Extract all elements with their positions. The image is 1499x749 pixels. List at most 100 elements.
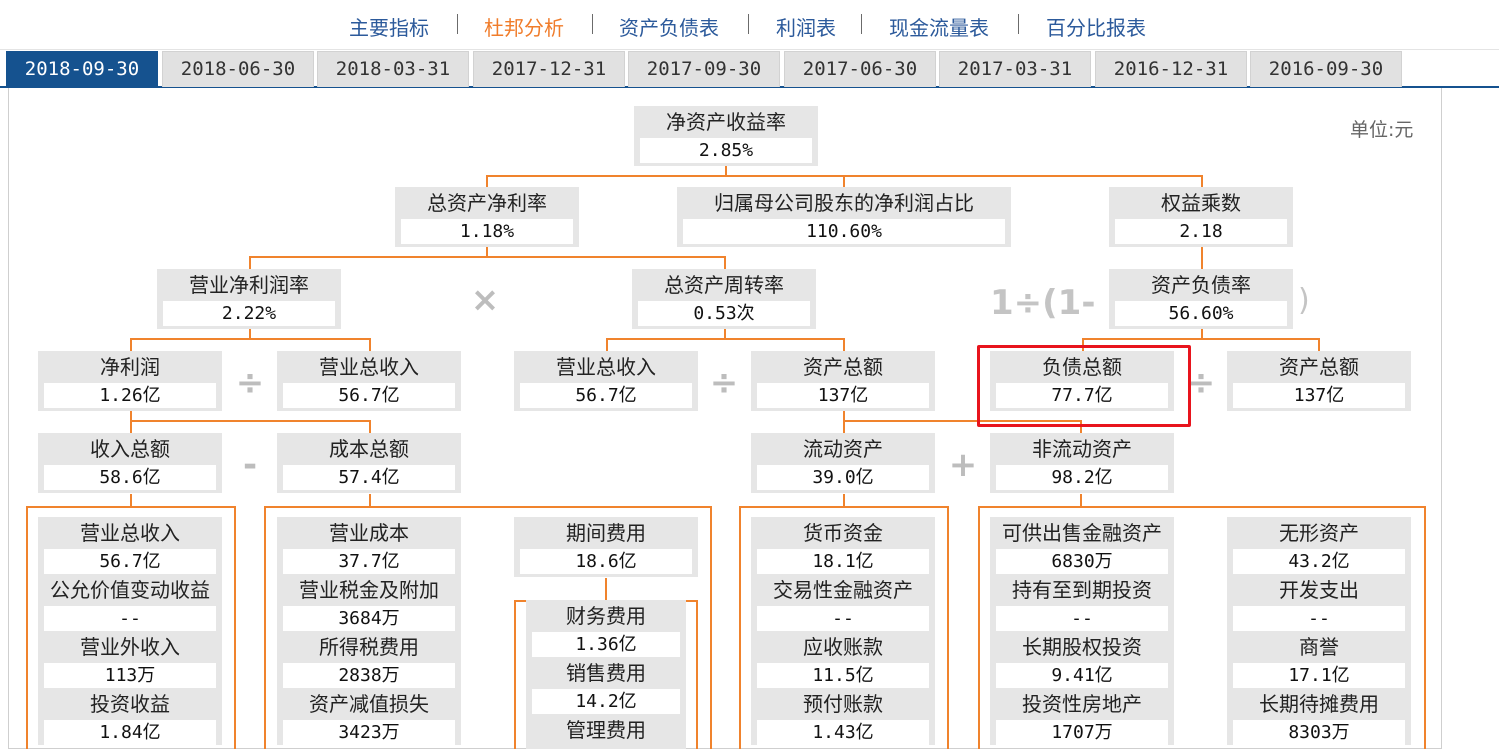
item-value: 17.1亿 xyxy=(1233,663,1405,688)
metric-value: 56.7亿 xyxy=(283,383,455,408)
metric-label: 归属母公司股东的净利润占比 xyxy=(714,191,974,215)
tab-2017-06-30[interactable]: 2017-06-30 xyxy=(784,51,936,87)
metric-value: 137亿 xyxy=(1233,383,1405,408)
item-label: 所得税费用 xyxy=(319,635,419,659)
item-value: 43.2亿 xyxy=(1233,549,1405,574)
connector-line xyxy=(1201,247,1203,269)
connector-line xyxy=(1318,338,1320,351)
nav-percentage-report[interactable]: 百分比报表 xyxy=(1046,12,1146,41)
item-value: -- xyxy=(1233,606,1405,631)
net-profit-box: 净利润 1.26亿 xyxy=(38,351,222,411)
tab-2018-03-31[interactable]: 2018-03-31 xyxy=(317,51,469,87)
metric-label: 成本总额 xyxy=(329,437,409,461)
nav-cash-flow[interactable]: 现金流量表 xyxy=(889,12,989,41)
item-label: 销售费用 xyxy=(566,661,646,685)
item-label: 投资性房地产 xyxy=(1022,692,1142,716)
item-label: 无形资产 xyxy=(1279,521,1359,545)
connector-line xyxy=(1080,494,1082,506)
metric-value: 39.0亿 xyxy=(757,465,929,490)
item-label: 货币资金 xyxy=(803,521,883,545)
item-value: 56.7亿 xyxy=(44,549,216,574)
item-label: 长期股权投资 xyxy=(1022,635,1142,659)
item-label: 资产减值损失 xyxy=(309,692,429,716)
metric-value: 56.60% xyxy=(1115,301,1287,326)
item-value: 1.43亿 xyxy=(757,720,929,745)
metric-value: 110.60% xyxy=(683,219,1005,244)
current-assets-box: 流动资产 39.0亿 xyxy=(751,433,935,493)
connector-line xyxy=(369,494,371,506)
highlight-frame xyxy=(977,345,1191,427)
item-value: 37.7亿 xyxy=(283,549,455,574)
tab-2016-12-31[interactable]: 2016-12-31 xyxy=(1095,51,1247,87)
unit-label: 单位:元 xyxy=(1350,119,1414,141)
metric-value: 58.6亿 xyxy=(44,465,216,490)
tab-2017-03-31[interactable]: 2017-03-31 xyxy=(939,51,1091,87)
item-value: -- xyxy=(996,606,1168,631)
metric-label: 净资产收益率 xyxy=(666,110,786,134)
connector-line xyxy=(1082,338,1320,340)
item-label: 商誉 xyxy=(1299,635,1339,659)
connector-line xyxy=(843,494,845,506)
nav-separator xyxy=(457,14,458,34)
item-label: 交易性金融资产 xyxy=(773,578,913,602)
connector-line xyxy=(130,494,132,506)
total-assets-box: 资产总额 137亿 xyxy=(1227,351,1411,411)
revenue-box: 营业总收入 56.7亿 xyxy=(277,351,461,411)
expense-items-column: 财务费用 1.36亿 销售费用 14.2亿 管理费用 xyxy=(526,600,686,749)
connector-line xyxy=(130,420,132,433)
tab-2018-09-30[interactable]: 2018-09-30 xyxy=(6,51,158,87)
nav-separator xyxy=(1018,14,1019,34)
roe-box: 净资产收益率 2.85% xyxy=(634,106,818,166)
item-label: 营业成本 xyxy=(329,521,409,545)
metric-label: 营业净利润率 xyxy=(189,273,309,297)
tab-2017-12-31[interactable]: 2017-12-31 xyxy=(473,51,625,87)
tab-2016-09-30[interactable]: 2016-09-30 xyxy=(1250,51,1402,87)
item-value: 11.5亿 xyxy=(757,663,929,688)
divide-operator: ÷ xyxy=(709,363,739,403)
item-value: 9.41亿 xyxy=(996,663,1168,688)
connector-line xyxy=(843,175,845,187)
item-label: 管理费用 xyxy=(566,718,646,742)
cost-items-column: 营业成本 37.7亿 营业税金及附加 3684万 所得税费用 2838万 资产减… xyxy=(277,517,461,745)
metric-value: 1.26亿 xyxy=(44,383,216,408)
roa-box: 总资产净利率 1.18% xyxy=(395,187,579,247)
metric-value: 1.18% xyxy=(401,219,573,244)
nav-income-statement[interactable]: 利润表 xyxy=(776,12,836,41)
metric-label: 净利润 xyxy=(100,355,160,379)
tab-2017-09-30[interactable]: 2017-09-30 xyxy=(628,51,780,87)
divide-operator: ÷ xyxy=(235,363,265,403)
metric-label: 营业总收入 xyxy=(556,355,656,379)
formula-suffix: ) xyxy=(1298,283,1310,318)
item-value: 6830万 xyxy=(996,549,1168,574)
metric-value: 98.2亿 xyxy=(996,465,1168,490)
item-value: 18.1亿 xyxy=(757,549,929,574)
metric-label: 营业总收入 xyxy=(319,355,419,379)
item-label: 持有至到期投资 xyxy=(1012,578,1152,602)
item-label: 营业总收入 xyxy=(80,521,180,545)
item-label: 应收账款 xyxy=(803,635,883,659)
metric-value: 57.4亿 xyxy=(283,465,455,490)
minus-operator: - xyxy=(242,445,258,485)
item-value: 14.2亿 xyxy=(532,689,680,714)
tab-2018-06-30[interactable]: 2018-06-30 xyxy=(162,51,314,87)
connector-line xyxy=(606,338,608,351)
item-value: -- xyxy=(44,606,216,631)
nav-dupont-analysis[interactable]: 杜邦分析 xyxy=(484,12,564,41)
report-nav: 主要指标 杜邦分析 资产负债表 利润表 现金流量表 百分比报表 xyxy=(0,0,1499,50)
period-tabs: 2018-09-30 2018-06-30 2018-03-31 2017-12… xyxy=(0,50,1499,88)
connector-line xyxy=(130,338,132,351)
metric-label: 权益乘数 xyxy=(1161,191,1241,215)
item-label: 预付账款 xyxy=(803,692,883,716)
plus-operator: + xyxy=(948,445,978,485)
item-label: 投资收益 xyxy=(90,692,170,716)
item-value: 1.84亿 xyxy=(44,720,216,745)
debt-ratio-box: 资产负债率 56.60% xyxy=(1109,269,1293,329)
connector-line xyxy=(606,338,845,340)
nav-balance-sheet[interactable]: 资产负债表 xyxy=(619,12,719,41)
nav-separator xyxy=(861,14,862,34)
operating-net-margin-box: 营业净利润率 2.22% xyxy=(157,269,341,329)
metric-label: 非流动资产 xyxy=(1032,437,1132,461)
period-expense-box: 期间费用 18.6亿 xyxy=(514,517,698,577)
metric-label: 总资产周转率 xyxy=(664,273,784,297)
nav-main-indicators[interactable]: 主要指标 xyxy=(349,12,429,41)
